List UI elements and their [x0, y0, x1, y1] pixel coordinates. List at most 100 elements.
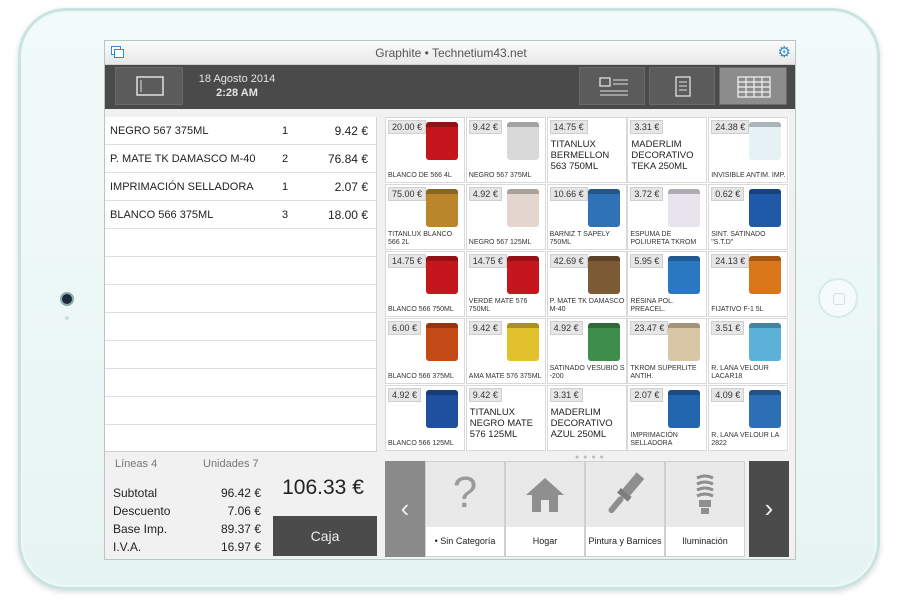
product-tile[interactable]: 14.75 € BLANCO 566 750ML: [385, 251, 465, 317]
grid-view-button[interactable]: [719, 67, 787, 105]
grid-icon: [737, 76, 771, 98]
line-qty: 1: [281, 125, 289, 137]
product-name: BLANCO DE 566 4L: [388, 172, 452, 179]
product-price: 42.69 €: [549, 254, 588, 268]
toolbar: 18 Agosto 2014 2:28 AM: [105, 65, 795, 109]
product-tile[interactable]: 9.42 € NEGRO 567 375ML: [465, 117, 546, 183]
product-tile[interactable]: 14.75 € TITANLUX BERMELLON 563 750ML: [546, 117, 627, 183]
product-tile[interactable]: 10.66 € BARNIZ T SAPELY 750ML: [546, 184, 627, 250]
ticket-line[interactable]: BLANCO 566 375ML 3 18.00 €: [105, 201, 376, 229]
product-image: [749, 323, 782, 361]
product-price: 3.72 €: [630, 187, 664, 201]
product-tile[interactable]: 14.75 € VERDE MATE 576 750ML: [465, 251, 546, 317]
category-label: Iluminación: [666, 527, 744, 556]
product-price: 24.38 €: [711, 120, 750, 134]
product-name: MADERLIM DECORATIVO AZUL 250ML: [550, 407, 613, 440]
product-price: 20.00 €: [388, 120, 427, 134]
product-tile[interactable]: 4.92 € NEGRO 567 125ML: [465, 184, 546, 250]
product-name: TITANLUX BLANCO 566 2L: [388, 231, 453, 246]
lines-count: Líneas 4: [115, 458, 158, 470]
product-name: ESPUMA DE POLIURETA TKROM: [630, 231, 697, 246]
category-pintura-y-barnices[interactable]: Pintura y Barnices: [585, 461, 665, 557]
product-image: [426, 189, 458, 227]
subtotal-row: Subtotal 96.42 €: [113, 486, 261, 500]
product-tile[interactable]: 23.47 € TKROM SUPERLITE ANTIH.: [627, 318, 708, 384]
product-price: 3.31 €: [549, 388, 583, 402]
product-tile[interactable]: 6.00 € BLANCO 566 375ML: [385, 318, 465, 384]
product-tile[interactable]: 4.09 € R. LANA VELOUR LA 2822: [708, 385, 789, 451]
product-price: 9.42 €: [468, 120, 502, 134]
product-image: [749, 256, 782, 294]
product-tile[interactable]: 75.00 € TITANLUX BLANCO 566 2L: [385, 184, 465, 250]
gear-icon[interactable]: ⚙: [778, 44, 791, 61]
category-label: Pintura y Barnices: [586, 527, 664, 556]
product-tile[interactable]: 4.92 € SATINADO VESUBIO S -200: [546, 318, 627, 384]
product-price: 4.92 €: [549, 321, 583, 335]
windows-icon[interactable]: [111, 46, 125, 59]
product-price: 6.00 €: [388, 321, 422, 335]
product-name: TITANLUX BERMELLON 563 750ML: [550, 139, 610, 172]
category-iluminacion[interactable]: Iluminación: [665, 461, 745, 557]
product-grid: 20.00 € BLANCO DE 566 4L 9.42 € NEGRO 567 3…: [385, 117, 789, 451]
product-tile[interactable]: 2.07 € IMPRIMACIÓN SELLADORA: [627, 385, 708, 451]
checkout-button[interactable]: Caja: [273, 516, 377, 556]
ticket-line-empty: [105, 229, 376, 257]
product-tile[interactable]: 3.31 € MADERLIM DECORATIVO TEKA 250ML: [627, 117, 708, 183]
next-arrow-icon[interactable]: ›: [749, 461, 789, 557]
title-bar: Graphite • Technetium43.net ⚙: [105, 41, 795, 65]
product-tile[interactable]: 42.69 € P. MATE TK DAMASCO M-40: [546, 251, 627, 317]
product-tile[interactable]: 5.95 € RESINA POL. PREACEL.: [627, 251, 708, 317]
lightbulb-icon: [666, 462, 744, 527]
product-image: [587, 256, 620, 294]
line-qty: 2: [281, 153, 289, 165]
product-tile[interactable]: 3.31 € MADERLIM DECORATIVO AZUL 250ML: [546, 385, 627, 451]
product-price: 9.42 €: [468, 321, 502, 335]
tablet-view-button[interactable]: [115, 67, 183, 105]
camera-icon: [62, 294, 72, 304]
product-tile[interactable]: 3.72 € ESPUMA DE POLIURETA TKROM: [627, 184, 708, 250]
ticket-line[interactable]: IMPRIMACIÓN SELLADORA 1 2.07 €: [105, 173, 376, 201]
ticket-line[interactable]: NEGRO 567 375ML 1 9.42 €: [105, 117, 376, 145]
product-tile[interactable]: 4.92 € BLANCO 566 125ML: [385, 385, 465, 451]
product-name: VERDE MATE 576 750ML: [468, 298, 528, 313]
category-hogar[interactable]: Hogar: [505, 461, 585, 557]
line-qty: 1: [281, 181, 289, 193]
product-image: [506, 323, 539, 361]
document-view-button[interactable]: [649, 67, 715, 105]
document-icon: [675, 76, 691, 97]
product-image: [749, 189, 782, 227]
product-price: 5.95 €: [630, 254, 664, 268]
iva-value: 16.97 €: [220, 540, 261, 554]
ticket-line-empty: [105, 285, 376, 313]
window-title: Graphite • Technetium43.net: [375, 46, 527, 60]
product-image: [749, 122, 782, 160]
product-price: 0.62 €: [711, 187, 745, 201]
iva-label: I.V.A.: [113, 540, 142, 554]
line-name: P. MATE TK DAMASCO M-40: [110, 153, 256, 165]
time-label: 2:28 AM: [216, 87, 258, 99]
product-image: [668, 390, 701, 428]
product-image: [426, 390, 458, 428]
house-icon: [506, 462, 584, 527]
product-tile[interactable]: 24.13 € FIJATIVO F-1 5L: [708, 251, 789, 317]
product-tile[interactable]: 9.42 € TITANLUX NEGRO MATE 576 125ML: [465, 385, 546, 451]
pos-screen: Graphite • Technetium43.net ⚙ 18 Agosto …: [104, 40, 796, 560]
product-name: BLANCO 566 750ML: [388, 306, 454, 313]
home-button[interactable]: [818, 278, 858, 318]
product-tile[interactable]: 0.62 € SINT. SATINADO "S.T.D": [708, 184, 789, 250]
base-row: Base Imp. 89.37 €: [113, 522, 261, 536]
product-image: [426, 256, 458, 294]
ticket-line[interactable]: P. MATE TK DAMASCO M-40 2 76.84 €: [105, 145, 376, 173]
product-tile[interactable]: 9.42 € AMA MATE 576 375ML: [465, 318, 546, 384]
product-tile[interactable]: 20.00 € BLANCO DE 566 4L: [385, 117, 465, 183]
category-sin-categoria[interactable]: ? • Sin Categoría: [425, 461, 505, 557]
sensor-icon: [65, 316, 69, 320]
prev-arrow-icon[interactable]: ‹: [385, 461, 425, 557]
list-view-button[interactable]: [579, 67, 645, 105]
iva-row: I.V.A. 16.97 €: [113, 540, 261, 554]
base-label: Base Imp.: [113, 522, 168, 536]
discount-label: Descuento: [113, 504, 171, 518]
product-tile[interactable]: 24.38 € INVISIBLE ANTIM. IMP.: [708, 117, 789, 183]
product-tile[interactable]: 3.51 € R. LANA VELOUR LACAR18: [708, 318, 789, 384]
product-price: 75.00 €: [388, 187, 427, 201]
